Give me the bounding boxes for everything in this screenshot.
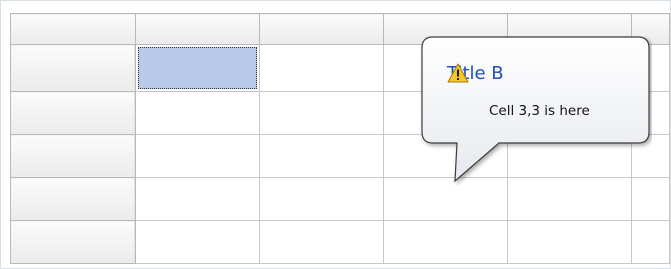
grid-cell[interactable]	[506, 220, 632, 264]
grid-cell[interactable]	[258, 44, 384, 92]
row-header[interactable]	[10, 220, 136, 264]
grid-cell[interactable]	[630, 220, 670, 264]
warning-icon	[447, 63, 469, 83]
row-header[interactable]	[10, 134, 136, 178]
grid-cell[interactable]	[258, 91, 384, 135]
grid-cell[interactable]	[134, 177, 260, 221]
balloon-tooltip: Title B Cell 3,3 is here	[419, 36, 652, 183]
row-header[interactable]	[10, 177, 136, 221]
grid-control: Title B Cell 3,3 is here	[0, 0, 671, 269]
table-row	[10, 220, 670, 264]
row-header[interactable]	[10, 91, 136, 135]
grid-cell[interactable]	[382, 220, 508, 264]
grid-cell[interactable]	[258, 177, 384, 221]
balloon-message: Cell 3,3 is here	[489, 103, 590, 119]
grid-cell[interactable]	[134, 134, 260, 178]
column-header[interactable]	[258, 13, 384, 45]
grid-cell[interactable]	[134, 91, 260, 135]
grid-cell[interactable]	[258, 220, 384, 264]
row-header[interactable]	[10, 44, 136, 92]
balloon-title: Title B	[447, 63, 504, 84]
selection-highlight	[137, 47, 257, 89]
grid-cell-selected[interactable]	[134, 44, 260, 92]
column-header[interactable]	[134, 13, 260, 45]
grid-cell[interactable]	[134, 220, 260, 264]
corner-header[interactable]	[10, 13, 136, 45]
grid-cell[interactable]	[258, 134, 384, 178]
